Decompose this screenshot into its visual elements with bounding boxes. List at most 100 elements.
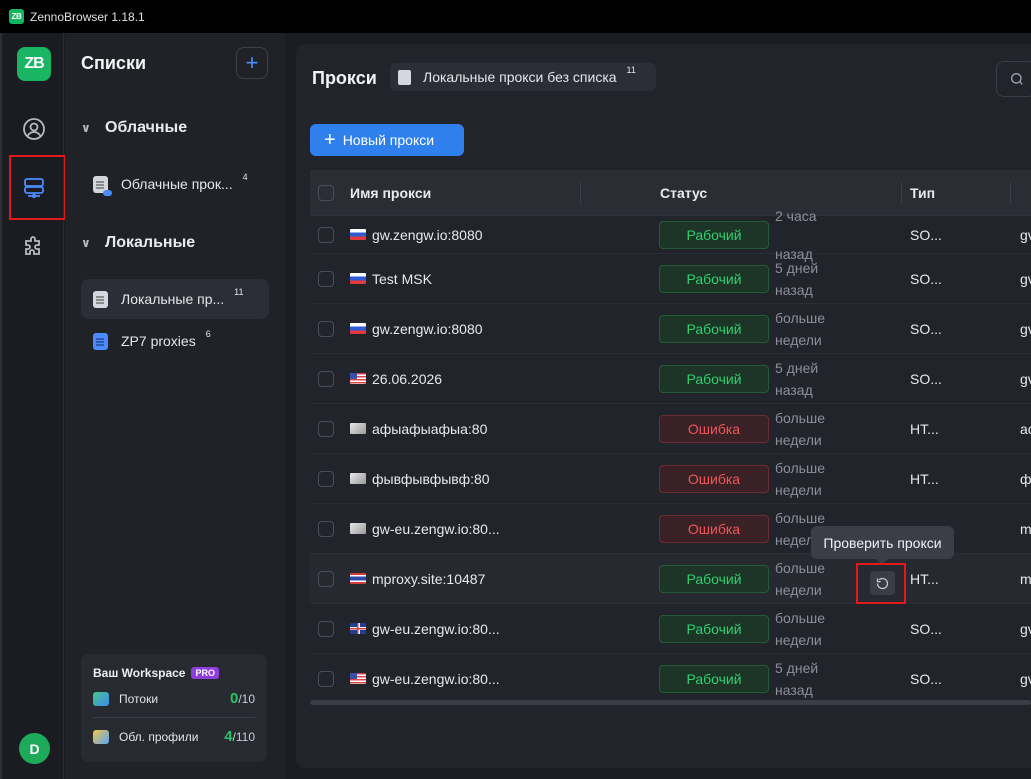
- last-check-line-2: назад: [775, 281, 813, 298]
- row-checkbox[interactable]: [318, 570, 334, 587]
- table-row[interactable]: 26.06.2026 Рабочий 5 дней назад SO... gv: [310, 354, 1031, 404]
- lists-sidebar: Списки + ∨ Облачные Облачные прок... 4 ∨…: [65, 33, 285, 779]
- profiles-row: Обл. профили 4/110: [93, 728, 255, 745]
- puzzle-icon: [25, 236, 40, 255]
- last-check-line-2: недели: [775, 481, 822, 498]
- row-checkbox[interactable]: [318, 520, 334, 537]
- user-icon: [23, 118, 45, 140]
- proxy-name[interactable]: gw.zengw.io:8080: [372, 227, 483, 243]
- threads-icon: [93, 691, 109, 706]
- workspace-card: Ваш Workspace PRO Потоки 0/10 Обл. профи…: [81, 654, 267, 762]
- proxy-name[interactable]: Test MSK: [372, 271, 432, 287]
- status-badge: Ошибка: [659, 464, 769, 493]
- last-check-line-1: больше: [775, 409, 825, 426]
- list-item-label: Облачные прок...: [121, 176, 233, 192]
- folder-icon: [93, 729, 109, 744]
- profiles-total: /110: [232, 730, 255, 744]
- table-row[interactable]: фывфывфывф:80 Ошибка больше недели HT... фі: [310, 454, 1031, 504]
- table-row[interactable]: gw.zengw.io:8080 Рабочий больше недели SO...…: [310, 304, 1031, 354]
- table-row[interactable]: gw-eu.zengw.io:80... Рабочий больше недели S…: [310, 604, 1031, 654]
- column-header-status[interactable]: Статус: [660, 185, 707, 201]
- proxy-host-cell: фі: [1020, 470, 1031, 487]
- row-checkbox[interactable]: [318, 370, 334, 387]
- chip-count: 11: [626, 65, 636, 75]
- proxy-host-cell: gv: [1020, 620, 1031, 637]
- list-item-local-no-list[interactable]: Локальные пр... 11: [81, 279, 269, 319]
- flag-icon: [350, 273, 366, 284]
- proxy-name[interactable]: афыафыафыа:80: [372, 421, 487, 437]
- app-logo-icon: ZB: [9, 9, 24, 24]
- table-row[interactable]: gw-eu.zengw.io:80... Рабочий 5 дней назад SO…: [310, 654, 1031, 704]
- column-divider[interactable]: [1010, 182, 1011, 204]
- table-row[interactable]: афыафыафыа:80 Ошибка больше недели HT... ac: [310, 404, 1031, 454]
- flag-icon: [350, 373, 366, 384]
- add-list-button[interactable]: +: [236, 47, 268, 79]
- profiles-nav-button[interactable]: [18, 113, 50, 145]
- recheck-highlight: [856, 563, 906, 604]
- table-row[interactable]: mproxy.site:10487 Рабочий больше недели HT..…: [310, 554, 1031, 604]
- table-row[interactable]: Test MSK Рабочий 5 дней назад SO... gv: [310, 254, 1031, 304]
- profiles-label: Обл. профили: [119, 729, 199, 744]
- column-divider[interactable]: [580, 182, 581, 204]
- proxy-type: HT...: [910, 420, 939, 437]
- proxy-name[interactable]: gw-eu.zengw.io:80...: [372, 621, 500, 637]
- profiles-used: 4: [224, 728, 233, 745]
- select-all-checkbox[interactable]: [318, 184, 334, 201]
- last-check-time: больше недели: [775, 407, 845, 451]
- new-proxy-button[interactable]: + Новый прокси: [310, 124, 464, 156]
- cloud-section-toggle[interactable]: ∨ Облачные: [81, 119, 187, 137]
- proxy-host-cell: gv: [1020, 320, 1031, 337]
- proxy-name[interactable]: gw.zengw.io:8080: [372, 321, 483, 337]
- last-check-line-2: назад: [775, 381, 813, 398]
- search-button[interactable]: [996, 61, 1031, 97]
- list-item-count: 6: [205, 329, 211, 339]
- local-section-toggle[interactable]: ∨ Локальные: [81, 234, 195, 252]
- proxy-type: SO...: [910, 670, 942, 687]
- list-item-zp7[interactable]: ZP7 proxies 6: [81, 321, 269, 361]
- proxy-name[interactable]: gw-eu.zengw.io:80...: [372, 521, 500, 537]
- row-checkbox[interactable]: [318, 670, 334, 687]
- threads-value: 0/10: [230, 690, 255, 707]
- column-header-name[interactable]: Имя прокси: [350, 185, 431, 201]
- column-divider[interactable]: [901, 182, 902, 204]
- status-badge: Ошибка: [659, 514, 769, 543]
- chip-label: Локальные прокси без списка: [423, 69, 617, 85]
- proxies-nav-highlight: [9, 155, 66, 220]
- current-list-chip[interactable]: Локальные прокси без списка 11: [390, 63, 656, 91]
- avatar[interactable]: D: [19, 733, 50, 764]
- workspace-title-text: Ваш Workspace: [93, 666, 186, 680]
- row-checkbox[interactable]: [318, 320, 334, 337]
- list-item-label: ZP7 proxies: [121, 333, 196, 349]
- workspace-title: Ваш Workspace PRO: [93, 666, 255, 680]
- document-icon: [398, 69, 411, 85]
- last-check-line-1: больше: [775, 459, 825, 476]
- table-body: gw.zengw.io:8080 Рабочий 2 часа назад SO...…: [310, 208, 1031, 704]
- proxy-name[interactable]: mproxy.site:10487: [372, 571, 485, 587]
- list-item-cloud[interactable]: Облачные прок... 4: [81, 164, 269, 204]
- proxy-name[interactable]: 26.06.2026: [372, 371, 442, 387]
- chevron-down-icon: ∨: [81, 121, 91, 135]
- column-header-type[interactable]: Тип: [910, 185, 935, 201]
- horizontal-scrollbar[interactable]: [310, 700, 1031, 705]
- row-checkbox[interactable]: [318, 420, 334, 437]
- proxy-type: SO...: [910, 620, 942, 637]
- row-checkbox[interactable]: [318, 270, 334, 287]
- proxy-name[interactable]: фывфывфывф:80: [372, 471, 490, 487]
- new-proxy-label: Новый прокси: [342, 132, 435, 148]
- last-check-line-1: больше: [775, 309, 825, 326]
- row-checkbox[interactable]: [318, 226, 334, 243]
- row-checkbox[interactable]: [318, 620, 334, 637]
- zb-logo[interactable]: ZB: [17, 47, 51, 81]
- last-check-line-1: 5 дней: [775, 259, 819, 276]
- flag-icon: [350, 623, 366, 634]
- last-check-time: больше недели: [775, 557, 845, 601]
- proxy-name[interactable]: gw-eu.zengw.io:80...: [372, 671, 500, 687]
- proxy-type: HT...: [910, 570, 939, 587]
- table-row[interactable]: gw.zengw.io:8080 Рабочий 2 часа назад SO...…: [310, 208, 1031, 262]
- row-checkbox[interactable]: [318, 470, 334, 487]
- plus-icon: +: [324, 129, 336, 151]
- extensions-nav-button[interactable]: [18, 231, 50, 263]
- status-badge: Рабочий: [659, 364, 769, 393]
- page-title: Прокси: [312, 68, 377, 88]
- proxy-type: SO...: [910, 320, 942, 337]
